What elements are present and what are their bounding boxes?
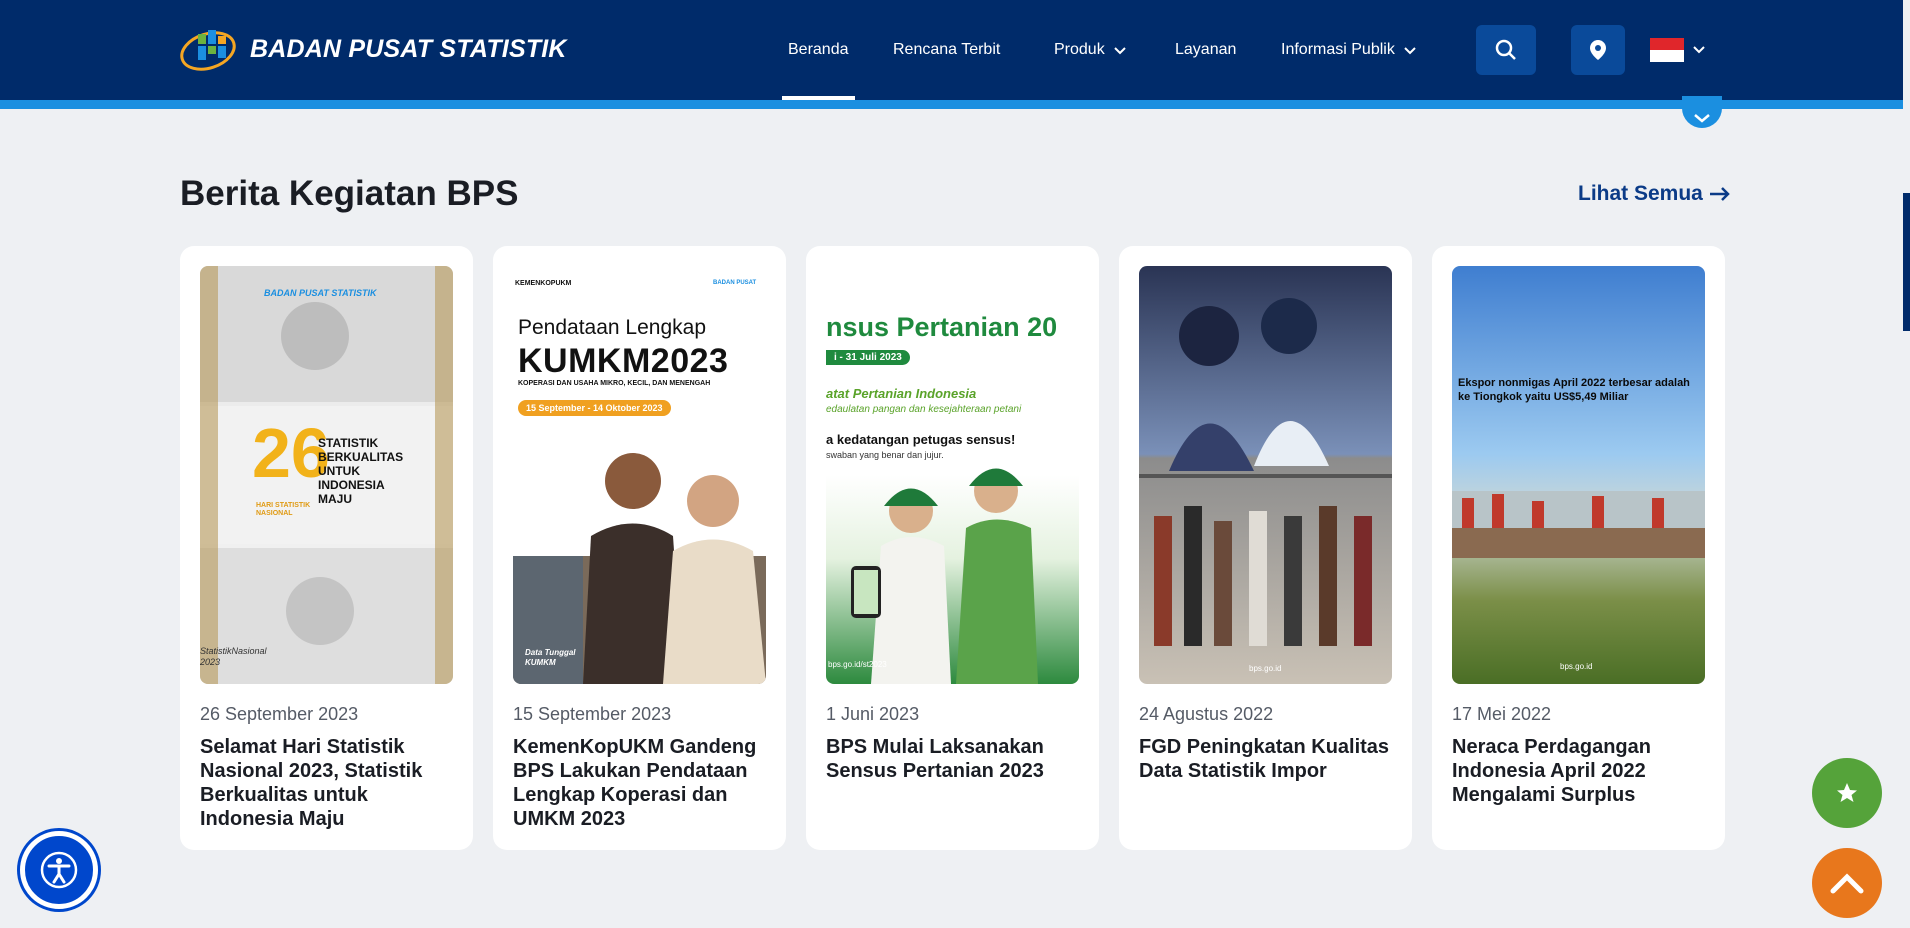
nav-informasi-publik[interactable]: Informasi Publik [1281, 0, 1417, 100]
nav-label: Layanan [1175, 41, 1237, 58]
card-sub-text: HARI STATISTIK NASIONAL [256, 502, 311, 517]
news-card-date: 17 Mei 2022 [1452, 704, 1552, 724]
card-line3: KOPERASI DAN USAHA MIKRO, KECIL, DAN MEN… [518, 380, 711, 387]
news-card-date: 26 September 2023 [200, 704, 359, 724]
news-card-date: 1 Juni 2023 [826, 704, 920, 724]
card-footer-text: StatistikNasional 2023 [200, 646, 267, 667]
card-line3: edaulatan pangan dan kesejahteraan petan… [826, 404, 1022, 415]
news-card-date: 24 Agustus 2022 [1139, 704, 1274, 724]
news-card-image: KEMENKOPUKM BADAN PUSAT Pendataan Lengka… [513, 266, 766, 684]
see-all-link[interactable]: Lihat Semua [1578, 182, 1731, 206]
news-card[interactable]: BADAN PUSAT STATISTIK 26 STATISTIK BERKU… [180, 246, 473, 850]
bps-logo-link[interactable]: BADAN PUSAT STATISTIK [178, 24, 567, 74]
favorite-button[interactable] [1812, 758, 1882, 828]
header-accent-strip [0, 100, 1903, 109]
card-headline: STATISTIK BERKUALITAS UNTUK INDONESIA MA… [318, 436, 404, 506]
card-line1: nsus Pertanian 20 [826, 312, 1058, 342]
arrow-right-icon [1709, 187, 1730, 201]
card-footer-text: Data Tunggal KUMKM [525, 648, 576, 667]
card-line2: KUMKM2023 [518, 342, 729, 380]
nav-label: Beranda [788, 41, 849, 58]
logo-text: BADAN PUSAT STATISTIK [250, 34, 567, 63]
news-card-image: bps.go.id [1139, 266, 1392, 684]
see-all-label: Lihat Semua [1578, 182, 1703, 205]
card-artwork [1452, 491, 1705, 558]
card-brand-left: KEMENKOPUKM [515, 280, 572, 287]
news-card[interactable]: KEMENKOPUKM BADAN PUSAT Pendataan Lengka… [493, 246, 786, 850]
nav-beranda[interactable]: Beranda [782, 0, 854, 100]
scrollbar-thumb[interactable] [1903, 193, 1910, 331]
nav-label: Informasi Publik [1281, 41, 1395, 58]
news-card-title[interactable]: BPS Mulai Laksanakan Sensus Pertanian 20… [826, 735, 1079, 783]
card-footer-text: bps.go.id [1560, 662, 1593, 671]
card-date-badge: i - 31 Juli 2023 [826, 350, 910, 365]
accessibility-icon [40, 851, 78, 889]
search-button[interactable] [1476, 25, 1536, 75]
news-card-title[interactable]: Neraca Perdagangan Indonesia April 2022 … [1452, 735, 1705, 807]
card-line5: swaban yang benar dan jujur. [826, 450, 944, 460]
nav-label: Rencana Terbit [893, 41, 1001, 58]
news-card[interactable]: nsus Pertanian 20 i - 31 Juli 2023 atat … [806, 246, 1099, 850]
card-line2: atat Pertanian Indonesia [826, 386, 977, 401]
bps-logo-icon [180, 30, 236, 71]
news-card[interactable]: Ekspor nonmigas April 2022 terbesar adal… [1432, 246, 1725, 850]
flag-indonesia-icon[interactable] [1650, 38, 1684, 62]
card-caption: Ekspor nonmigas April 2022 terbesar adal… [1458, 377, 1690, 403]
chevron-up-icon [1830, 873, 1864, 894]
section-title: Berita Kegiatan BPS [180, 174, 519, 213]
chevron-down-icon [1694, 114, 1710, 123]
nav-produk[interactable]: Produk [1054, 0, 1127, 100]
chevron-down-icon [1404, 47, 1416, 55]
collapse-header-button[interactable] [1682, 96, 1722, 128]
news-card-list: BADAN PUSAT STATISTIK 26 STATISTIK BERKU… [180, 246, 1725, 850]
card-artwork [1139, 298, 1392, 646]
news-card-date: 15 September 2023 [513, 704, 672, 724]
card-line4: a kedatangan petugas sensus! [826, 432, 1016, 447]
card-footer-text: bps.go.id [1249, 664, 1282, 673]
accessibility-button[interactable] [20, 831, 98, 909]
nav-rencana-terbit[interactable]: Rencana Terbit [893, 0, 1000, 100]
news-card-title[interactable]: KemenKopUKM Gandeng BPS Lakukan Pendataa… [513, 735, 766, 831]
card-brand-text: BADAN PUSAT STATISTIK [264, 288, 377, 298]
nav-layanan[interactable]: Layanan [1175, 0, 1236, 100]
news-card-image: BADAN PUSAT STATISTIK 26 STATISTIK BERKU… [200, 266, 453, 684]
location-pin-icon [1590, 40, 1606, 60]
news-card-image: nsus Pertanian 20 i - 31 Juli 2023 atat … [826, 266, 1079, 684]
card-date-badge: 15 September - 14 Oktober 2023 [518, 400, 671, 416]
location-button[interactable] [1571, 25, 1625, 75]
card-brand-right: BADAN PUSAT [713, 280, 757, 286]
news-card-title[interactable]: FGD Peningkatan Kualitas Data Statistik … [1139, 735, 1392, 783]
scroll-to-top-button[interactable] [1812, 848, 1882, 918]
card-footer-text: bps.go.id/st2023 [828, 660, 887, 669]
news-card-title[interactable]: Selamat Hari Statistik Nasional 2023, St… [200, 735, 453, 831]
search-icon [1495, 39, 1516, 60]
chevron-down-icon[interactable] [1692, 42, 1706, 56]
news-card-image: Ekspor nonmigas April 2022 terbesar adal… [1452, 266, 1705, 684]
news-card[interactable]: bps.go.id 24 Agustus 2022 FGD Peningkata… [1119, 246, 1412, 850]
chevron-down-icon [1113, 47, 1126, 55]
nav-label: Produk [1054, 41, 1105, 58]
top-navbar: BADAN PUSAT STATISTIK Beranda Rencana Te… [0, 0, 1903, 100]
card-line1: Pendataan Lengkap [518, 316, 707, 339]
star-icon [1837, 783, 1857, 802]
